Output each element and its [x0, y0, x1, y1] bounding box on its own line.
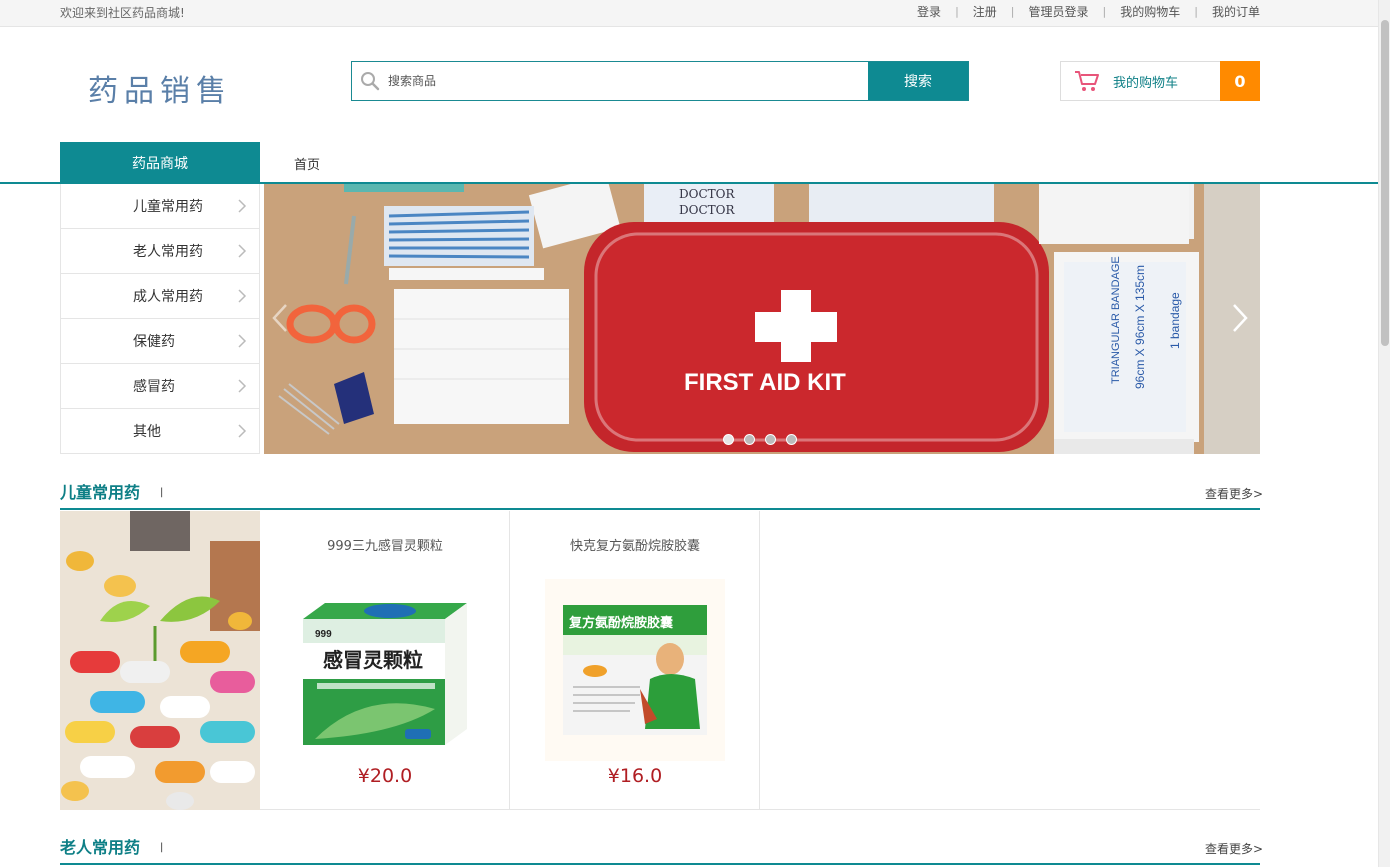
- category-item-children[interactable]: 儿童常用药: [61, 184, 259, 229]
- banner-carousel[interactable]: DOCTOR DOCTOR FIRST AID KIT TRIANGULAR B…: [264, 184, 1260, 454]
- product-price: ¥20.0: [357, 765, 413, 787]
- category-label: 儿童常用药: [133, 199, 203, 215]
- section-title-children[interactable]: 儿童常用药: [60, 479, 140, 503]
- product-card[interactable]: 999三九感冒灵颗粒 999 感冒灵颗粒 ¥20.0: [260, 511, 510, 810]
- search-box: 搜索: [351, 61, 969, 101]
- svg-text:999: 999: [315, 629, 332, 640]
- chevron-right-icon: [237, 243, 247, 263]
- chevron-right-icon: [237, 333, 247, 353]
- view-more-link-elderly[interactable]: 查看更多>: [1205, 840, 1263, 857]
- page: 欢迎来到社区药品商城! 登录 | 注册 | 管理员登录 | 我的购物车 | 我的…: [0, 0, 1390, 867]
- section-bottom-border: [760, 809, 1260, 810]
- search-input[interactable]: [388, 62, 868, 100]
- product-name[interactable]: 快克复方氨酚烷胺胶囊: [510, 535, 760, 554]
- separator: |: [1102, 5, 1107, 18]
- nav-tab-shop[interactable]: 药品商城: [60, 142, 260, 184]
- chevron-right-icon: [237, 198, 247, 218]
- section-feature-image: [60, 511, 260, 810]
- chevron-right-icon: [237, 423, 247, 443]
- separator: |: [1010, 5, 1015, 18]
- chevron-right-icon: [237, 378, 247, 398]
- svg-text:感冒灵颗粒: 感冒灵颗粒: [323, 648, 423, 672]
- carousel-dot[interactable]: [744, 434, 755, 445]
- my-cart-link[interactable]: 我的购物车: [1120, 3, 1180, 20]
- category-label: 其他: [133, 424, 161, 440]
- section-divider: |: [160, 487, 164, 498]
- svg-text:DOCTOR: DOCTOR: [679, 203, 735, 217]
- section-underline: [60, 508, 1260, 510]
- register-link[interactable]: 注册: [973, 3, 997, 20]
- search-button[interactable]: 搜索: [868, 62, 968, 100]
- svg-text:DOCTOR: DOCTOR: [679, 187, 735, 201]
- carousel-dot[interactable]: [786, 434, 797, 445]
- section-title-elderly[interactable]: 老人常用药: [60, 834, 140, 858]
- category-label: 成人常用药: [133, 289, 203, 305]
- svg-text:96cm X 96cm X 135cm: 96cm X 96cm X 135cm: [1133, 265, 1147, 389]
- product-name[interactable]: 999三九感冒灵颗粒: [260, 535, 510, 554]
- banner-image: DOCTOR DOCTOR FIRST AID KIT TRIANGULAR B…: [264, 184, 1260, 454]
- category-item-health[interactable]: 保健药: [61, 319, 259, 364]
- separator: |: [1194, 5, 1198, 18]
- category-menu: 儿童常用药 老人常用药 成人常用药 保健药 感冒药 其他: [60, 184, 260, 454]
- svg-text:TRIANGULAR BANDAGE: TRIANGULAR BANDAGE: [1110, 256, 1122, 384]
- product-image[interactable]: 999 感冒灵颗粒: [295, 579, 475, 761]
- top-bar: 欢迎来到社区药品商城! 登录 | 注册 | 管理员登录 | 我的购物车 | 我的…: [0, 0, 1378, 27]
- carousel-next-button[interactable]: [1230, 302, 1250, 334]
- welcome-text: 欢迎来到社区药品商城!: [60, 6, 185, 20]
- product-price: ¥16.0: [607, 765, 663, 787]
- cart-label: 我的购物车: [1113, 75, 1179, 91]
- svg-text:FIRST AID KIT: FIRST AID KIT: [684, 369, 846, 396]
- product-image[interactable]: 复方氨酚烷胺胶囊: [545, 579, 725, 761]
- chevron-right-icon: [237, 288, 247, 308]
- admin-login-link[interactable]: 管理员登录: [1029, 3, 1089, 20]
- category-item-cold[interactable]: 感冒药: [61, 364, 259, 409]
- category-item-other[interactable]: 其他: [61, 409, 259, 454]
- scrollbar-thumb[interactable]: [1381, 20, 1389, 346]
- product-card[interactable]: 快克复方氨酚烷胺胶囊 复方氨酚烷胺胶囊 ¥16.0: [510, 511, 760, 810]
- carousel-dots: [723, 434, 797, 445]
- cart-count-badge: 0: [1220, 61, 1260, 101]
- category-label: 保健药: [133, 334, 175, 350]
- site-logo[interactable]: 药品销售: [88, 66, 232, 110]
- carousel-dot[interactable]: [765, 434, 776, 445]
- svg-text:1 bandage: 1 bandage: [1168, 292, 1182, 349]
- my-orders-link[interactable]: 我的订单: [1212, 3, 1260, 20]
- search-icon: [352, 62, 388, 100]
- separator: |: [955, 5, 959, 18]
- section-underline: [60, 863, 1260, 865]
- category-label: 感冒药: [133, 379, 175, 395]
- view-more-link-children[interactable]: 查看更多>: [1205, 485, 1263, 502]
- carousel-prev-button[interactable]: [270, 302, 290, 334]
- top-links: 登录 | 注册 | 管理员登录 | 我的购物车 | 我的订单: [917, 3, 1260, 20]
- nav-tab-home[interactable]: 首页: [294, 154, 320, 173]
- category-item-elderly[interactable]: 老人常用药: [61, 229, 259, 274]
- section-divider: |: [160, 842, 164, 853]
- cart-icon: [1061, 69, 1113, 93]
- login-link[interactable]: 登录: [917, 3, 941, 20]
- carousel-dot[interactable]: [723, 434, 734, 445]
- cart-button[interactable]: 我的购物车 0: [1060, 61, 1260, 101]
- category-item-adult[interactable]: 成人常用药: [61, 274, 259, 319]
- svg-text:复方氨酚烷胺胶囊: 复方氨酚烷胺胶囊: [568, 615, 674, 631]
- category-label: 老人常用药: [133, 244, 203, 260]
- page-scrollbar[interactable]: [1378, 0, 1390, 867]
